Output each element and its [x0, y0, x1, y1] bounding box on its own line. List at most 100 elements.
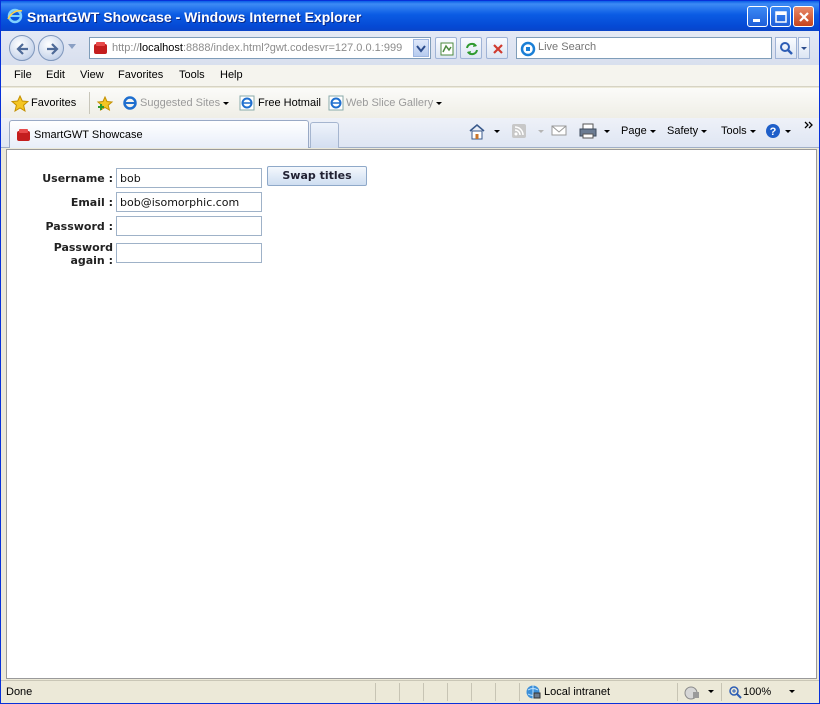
page-menu-label: Page — [621, 125, 647, 137]
live-search-icon — [520, 41, 536, 57]
web-slice-gallery-ie-icon — [328, 95, 344, 111]
status-text: Done — [6, 686, 33, 698]
new-tab-button[interactable] — [310, 122, 339, 148]
status-divider — [375, 683, 376, 701]
svg-text:?: ? — [770, 126, 777, 138]
search-input[interactable] — [538, 41, 768, 53]
status-divider — [721, 683, 722, 701]
email-field[interactable] — [116, 192, 262, 212]
chevron-down-icon — [801, 47, 807, 50]
zoom-icon[interactable] — [728, 685, 742, 699]
safety-menu-button[interactable]: Safety — [667, 125, 708, 137]
suggested-sites-ie-icon — [123, 96, 137, 110]
help-icon[interactable]: ? — [765, 123, 781, 139]
status-divider — [519, 683, 520, 701]
feeds-chevron-down-icon[interactable] — [538, 130, 544, 133]
compatibility-view-icon — [440, 42, 454, 56]
menu-help[interactable]: Help — [220, 69, 243, 81]
tools-menu-label: Tools — [721, 125, 747, 137]
print-chevron-down-icon[interactable] — [604, 130, 610, 133]
password-again-label-line2: again : — [70, 254, 113, 267]
smartgwt-icon — [94, 42, 107, 54]
back-arrow-icon — [16, 43, 28, 55]
home-chevron-down-icon[interactable] — [494, 130, 500, 133]
smartgwt-icon — [17, 129, 30, 141]
print-icon[interactable] — [579, 123, 597, 139]
favorites-button[interactable]: Favorites — [31, 97, 76, 109]
status-divider — [677, 683, 678, 701]
read-mail-icon[interactable] — [551, 123, 567, 137]
tab-row: SmartGWT Showcase Page Safety Tools ? — [1, 118, 819, 148]
help-chevron-down-icon[interactable] — [785, 130, 791, 133]
back-button[interactable] — [9, 35, 35, 61]
password-again-field[interactable] — [116, 243, 262, 263]
tab-smartgwt-showcase[interactable]: SmartGWT Showcase — [9, 120, 309, 148]
browser-window: SmartGWT Showcase - Windows Internet Exp… — [0, 0, 820, 704]
username-label: Username : — [42, 172, 113, 185]
menu-edit[interactable]: Edit — [46, 69, 65, 81]
more-commands-chevron-icon[interactable] — [804, 120, 814, 130]
feeds-icon[interactable] — [511, 123, 527, 139]
web-slice-gallery-link[interactable]: Web Slice Gallery — [346, 97, 443, 109]
search-box[interactable] — [516, 37, 772, 59]
status-divider — [447, 683, 448, 701]
search-button[interactable] — [775, 37, 797, 59]
swap-titles-button[interactable]: Swap titles — [267, 166, 367, 186]
menu-bar: File Edit View Favorites Tools Help — [1, 65, 819, 87]
status-divider — [471, 683, 472, 701]
chevron-down-icon — [701, 129, 708, 133]
window-title: SmartGWT Showcase - Windows Internet Exp… — [27, 9, 362, 25]
password-again-label-line1: Password — [53, 241, 113, 254]
zoom-level[interactable]: 100% — [743, 686, 771, 698]
maximize-icon — [775, 11, 787, 23]
password-label: Password : — [45, 220, 113, 233]
maximize-button[interactable] — [770, 6, 791, 27]
zoom-chevron-down-icon[interactable] — [789, 690, 795, 693]
close-window-button[interactable] — [793, 6, 814, 27]
refresh-icon — [466, 42, 478, 56]
address-field[interactable]: http://localhost:8888/index.html?gwt.cod… — [89, 37, 431, 59]
stop-icon — [493, 44, 503, 54]
search-icon — [780, 42, 793, 55]
favorites-bar: Favorites Suggested Sites Free Hotmail W… — [1, 88, 819, 118]
url-text: http://localhost:8888/index.html?gwt.cod… — [112, 42, 403, 54]
address-row: http://localhost:8888/index.html?gwt.cod… — [1, 31, 819, 65]
minimize-icon — [753, 19, 760, 22]
menu-tools[interactable]: Tools — [179, 69, 205, 81]
suggested-sites-link[interactable]: Suggested Sites — [140, 97, 230, 109]
safety-menu-label: Safety — [667, 125, 699, 137]
tab-label: SmartGWT Showcase — [34, 129, 143, 141]
page-menu-button[interactable]: Page — [621, 125, 656, 137]
chevron-down-icon — [649, 129, 656, 133]
free-hotmail-link[interactable]: Free Hotmail — [258, 97, 321, 109]
password-field[interactable] — [116, 216, 262, 236]
chevron-down-icon — [416, 45, 426, 53]
recent-pages-chevron-icon[interactable] — [68, 44, 76, 50]
stop-button[interactable] — [486, 37, 508, 59]
favorites-divider — [89, 92, 90, 114]
page-content: Username : Swap titles Email : Password … — [6, 149, 817, 679]
refresh-button[interactable] — [460, 37, 482, 59]
search-options-button[interactable] — [798, 37, 810, 59]
status-divider — [423, 683, 424, 701]
local-intranet-icon — [526, 685, 541, 699]
add-to-favorites-bar-icon[interactable] — [96, 95, 114, 112]
menu-view[interactable]: View — [80, 69, 104, 81]
menu-file[interactable]: File — [14, 69, 32, 81]
address-dropdown-button[interactable] — [413, 39, 429, 57]
email-label: Email : — [70, 196, 113, 209]
forward-button[interactable] — [38, 35, 64, 61]
username-field[interactable] — [116, 168, 262, 188]
ie-icon — [7, 8, 23, 24]
protected-mode-icon[interactable] — [683, 685, 701, 700]
menu-favorites[interactable]: Favorites — [118, 69, 163, 81]
minimize-button[interactable] — [747, 6, 768, 27]
favorites-star-icon — [11, 95, 29, 112]
protected-mode-chevron-down-icon[interactable] — [708, 690, 714, 693]
home-icon[interactable] — [468, 123, 486, 140]
chevron-down-icon — [223, 101, 230, 105]
forward-arrow-icon — [47, 43, 59, 55]
free-hotmail-ie-icon — [239, 95, 255, 111]
compatibility-view-button[interactable] — [435, 37, 457, 59]
tools-menu-button[interactable]: Tools — [721, 125, 756, 137]
